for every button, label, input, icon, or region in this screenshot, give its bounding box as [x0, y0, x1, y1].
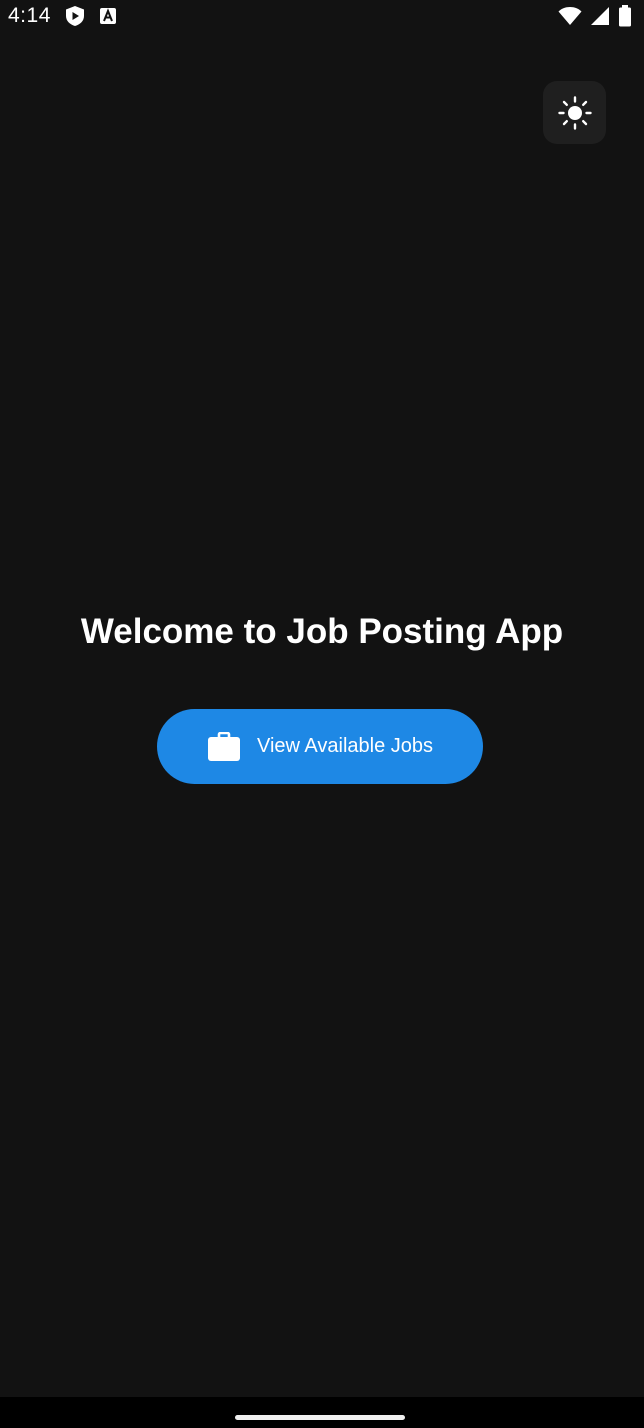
page-title: Welcome to Job Posting App [80, 612, 564, 651]
view-available-jobs-label: View Available Jobs [256, 735, 434, 757]
home-indicator[interactable] [235, 1415, 405, 1420]
sun-icon [557, 95, 593, 131]
theme-toggle-button[interactable] [543, 81, 606, 144]
wifi-icon [558, 6, 582, 26]
shield-play-icon [65, 5, 85, 27]
briefcase-icon [207, 731, 241, 762]
app-screen: 4:14 Welcome to Job Posting App View Ava… [0, 0, 644, 1428]
navigation-bar [0, 1397, 644, 1428]
status-left: 4:14 [8, 4, 117, 28]
font-a-icon [99, 7, 117, 25]
cell-signal-icon [590, 6, 610, 26]
status-bar: 4:14 [0, 0, 644, 32]
view-available-jobs-button[interactable]: View Available Jobs [157, 709, 483, 784]
battery-icon [618, 5, 632, 27]
status-time: 4:14 [8, 4, 51, 27]
status-right [558, 5, 632, 27]
